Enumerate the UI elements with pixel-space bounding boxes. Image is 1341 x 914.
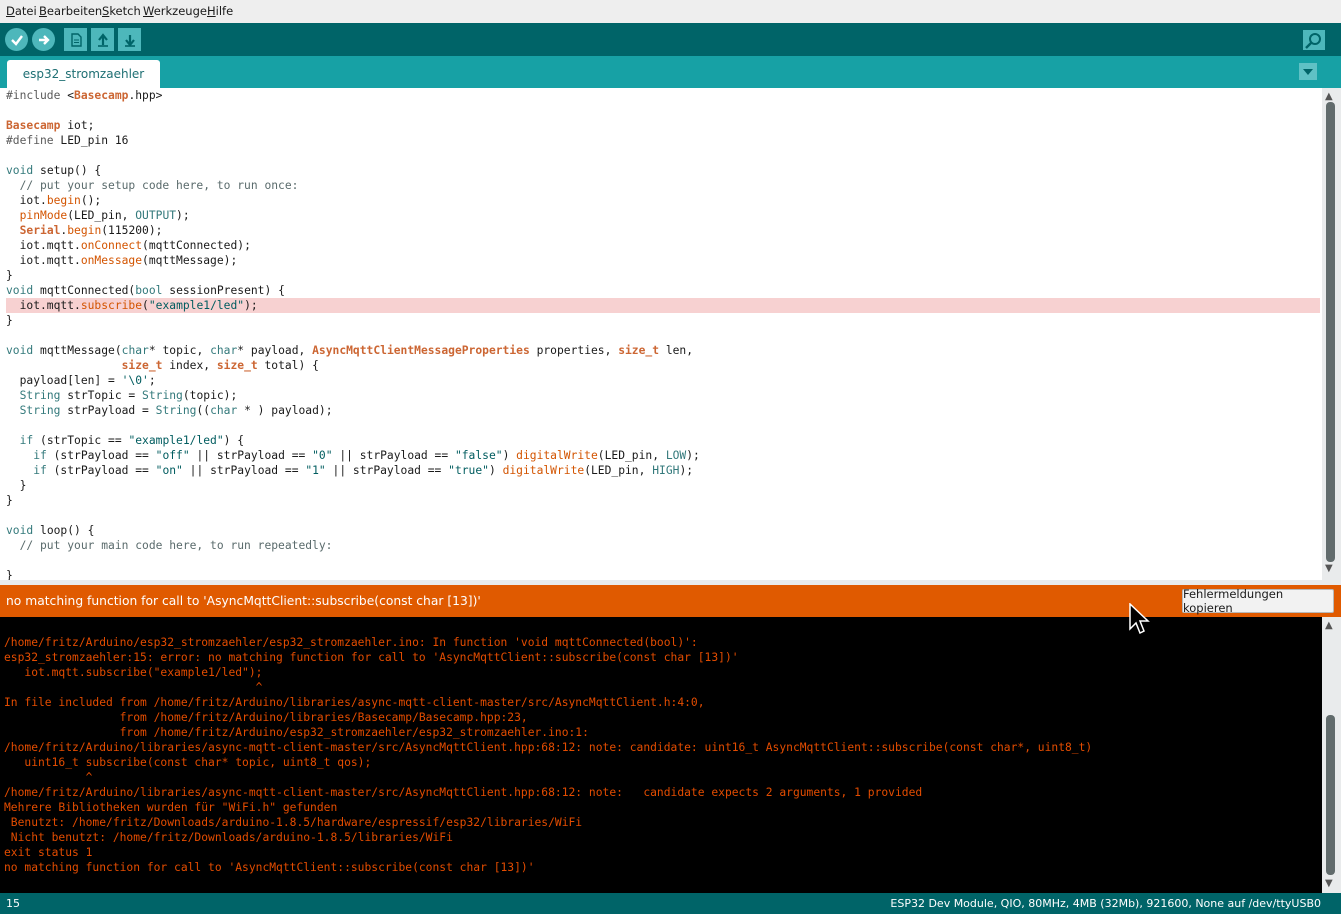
board-info: ESP32 Dev Module, QIO, 80MHz, 4MB (32Mb)… — [890, 897, 1321, 910]
console-line: uint16_t subscribe(const char* topic, ui… — [4, 756, 372, 769]
code-line: } — [6, 269, 13, 282]
code-line-error: iot.mqtt.subscribe("example1/led"); — [6, 298, 1320, 313]
code-line: } — [6, 314, 13, 327]
code-line: iot.begin(); — [6, 194, 102, 207]
menu-werkzeuge[interactable]: Werkzeuge — [143, 4, 207, 18]
console-line: /home/fritz/Arduino/libraries/async-mqtt… — [4, 741, 1093, 754]
console-output[interactable]: /home/fritz/Arduino/esp32_stromzaehler/e… — [0, 617, 1322, 893]
console-line: ^ — [4, 771, 93, 784]
console-scroll-thumb[interactable] — [1326, 715, 1335, 875]
console-scroll-up-icon[interactable]: ▲ — [1325, 621, 1333, 631]
toolbar — [0, 23, 1341, 56]
copy-errors-button[interactable]: Fehlermeldungen kopieren — [1182, 587, 1334, 615]
editor-scrollbar[interactable]: ▲ ▼ — [1322, 88, 1341, 580]
arrow-right-icon — [38, 34, 50, 45]
console-line: /home/fritz/Arduino/esp32_stromzaehler/e… — [4, 636, 698, 649]
check-icon — [10, 34, 23, 46]
new-sketch-button[interactable] — [64, 28, 87, 51]
editor-scroll-thumb[interactable] — [1326, 102, 1335, 562]
save-button[interactable] — [118, 28, 141, 51]
magnifier-icon — [1302, 29, 1325, 50]
code-line: } — [6, 569, 13, 580]
console-line: iot.mqtt.subscribe("example1/led"); — [4, 666, 263, 679]
code-line: // put your main code here, to run repea… — [6, 539, 333, 552]
code-editor[interactable]: #include <Basecamp.hpp> Basecamp iot; #def… — [0, 88, 1322, 580]
code-line: void mqttMessage(char* topic, char* payl… — [6, 344, 694, 357]
mouse-cursor-icon — [1129, 603, 1150, 635]
code-line: #define LED_pin 16 — [6, 134, 129, 147]
tab-menu-button[interactable] — [1299, 63, 1317, 80]
code-line: #include <Basecamp.hpp> — [6, 89, 163, 102]
scroll-up-icon[interactable]: ▲ — [1325, 92, 1333, 102]
console-line: from /home/fritz/Arduino/esp32_stromzaeh… — [4, 726, 589, 739]
menu-bearbeiten[interactable]: Bearbeiten — [39, 4, 102, 18]
console-line: Benutzt: /home/fritz/Downloads/arduino-1… — [4, 816, 583, 829]
code-line: pinMode(LED_pin, OUTPUT); — [19, 209, 190, 222]
console-line: esp32_stromzaehler:15: error: no matchin… — [4, 651, 739, 664]
code-line: void loop() { — [6, 524, 95, 537]
console-line: Nicht benutzt: /home/fritz/Downloads/ard… — [4, 831, 453, 844]
upload-button[interactable] — [32, 28, 55, 51]
console-line: exit status 1 — [4, 846, 93, 859]
error-message: no matching function for call to 'AsyncM… — [6, 594, 481, 608]
console-line: from /home/fritz/Arduino/libraries/Basec… — [4, 711, 528, 724]
tab-bar: esp32_stromzaehler — [0, 56, 1341, 88]
status-bar: 15 ESP32 Dev Module, QIO, 80MHz, 4MB (32… — [0, 893, 1341, 914]
code-line: if (strPayload == "on" || strPayload == … — [33, 464, 694, 477]
menu-datei[interactable]: Datei — [6, 4, 37, 18]
console-scroll-down-icon[interactable]: ▼ — [1325, 879, 1333, 889]
arrow-down-icon — [124, 34, 135, 47]
code-line: void setup() { — [6, 164, 102, 177]
code-line: Basecamp iot; — [6, 119, 95, 132]
code-line: iot.mqtt.onMessage(mqttMessage); — [6, 254, 238, 267]
code-line: size_t index, size_t total) { — [121, 359, 319, 372]
console-line: no matching function for call to 'AsyncM… — [4, 861, 535, 874]
code-line: String strTopic = String(topic); — [19, 389, 238, 402]
code-line: } — [6, 479, 27, 492]
menu-bar: Datei Bearbeiten Sketch Werkzeuge Hilfe — [0, 0, 1341, 23]
console-line: Mehrere Bibliotheken wurden für "WiFi.h"… — [4, 801, 338, 814]
code-line: if (strTopic == "example1/led") { — [19, 434, 245, 447]
console-scrollbar[interactable]: ▲ ▼ — [1322, 617, 1341, 893]
scroll-down-icon[interactable]: ▼ — [1325, 564, 1333, 574]
console-line: /home/fritz/Arduino/libraries/async-mqtt… — [4, 786, 923, 799]
code-line: payload[len] = '\0'; — [6, 374, 156, 387]
code-line: Serial.begin(115200); — [19, 224, 163, 237]
code-line: } — [6, 494, 13, 507]
code-line: String strPayload = String((char * ) pay… — [19, 404, 333, 417]
arrow-up-icon — [97, 32, 108, 47]
code-line: // put your setup code here, to run once… — [6, 179, 299, 192]
console-line: In file included from /home/fritz/Arduin… — [4, 696, 705, 709]
console-line: ^ — [4, 681, 263, 694]
new-file-icon — [70, 32, 82, 47]
code-line: if (strPayload == "off" || strPayload ==… — [33, 449, 700, 462]
open-button[interactable] — [91, 28, 114, 51]
menu-sketch[interactable]: Sketch — [102, 4, 141, 18]
tab-sketch[interactable]: esp32_stromzaehler — [7, 60, 160, 88]
chevron-down-icon — [1303, 68, 1313, 75]
line-number: 15 — [6, 897, 20, 910]
code-line: void mqttConnected(bool sessionPresent) … — [6, 284, 285, 297]
serial-monitor-button[interactable] — [1302, 28, 1325, 51]
menu-hilfe[interactable]: Hilfe — [207, 4, 233, 18]
verify-button[interactable] — [5, 28, 28, 51]
code-line: iot.mqtt.onConnect(mqttConnected); — [6, 239, 251, 252]
